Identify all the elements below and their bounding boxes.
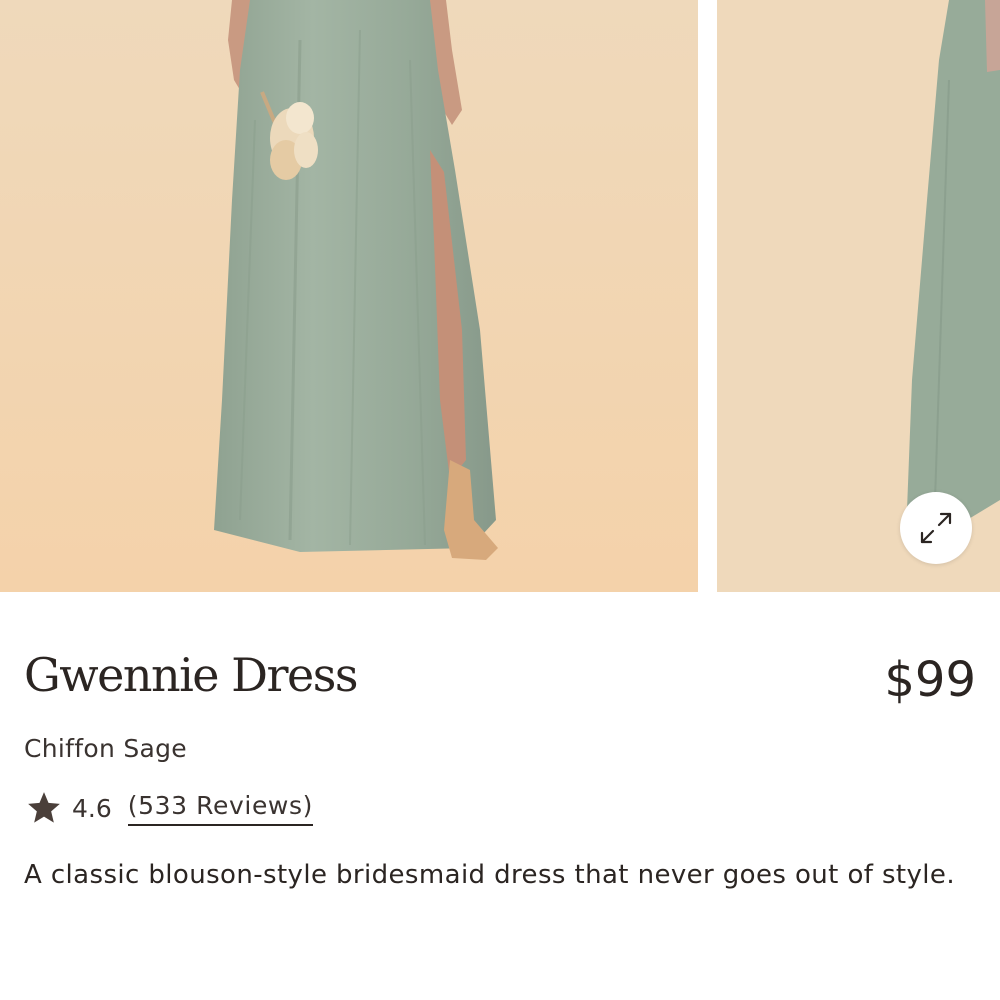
product-title: Gwennie Dress (24, 648, 358, 702)
dress-photo (0, 0, 698, 592)
product-image-main[interactable] (0, 0, 698, 592)
product-image-carousel[interactable] (0, 0, 1000, 592)
product-color: Chiffon Sage (24, 734, 187, 763)
rating-score: 4.6 (72, 793, 112, 823)
expand-image-button[interactable] (900, 492, 972, 564)
expand-arrows-icon (920, 512, 952, 544)
product-price: $99 (884, 652, 976, 708)
reviews-link[interactable]: (533 Reviews) (127, 791, 313, 826)
star-icon (28, 792, 60, 823)
product-description: A classic blouson-style bridesmaid dress… (24, 860, 955, 890)
product-rating: 4.6 (533 Reviews) (24, 788, 313, 828)
